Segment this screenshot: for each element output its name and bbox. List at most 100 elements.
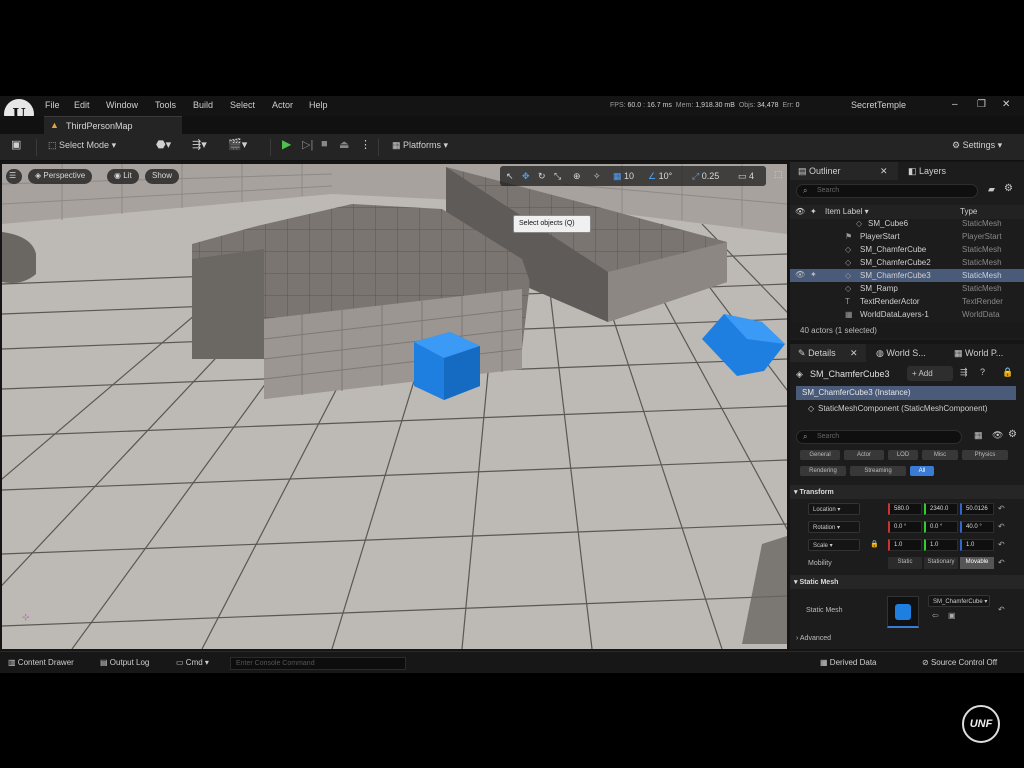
minimize-button[interactable]: – <box>952 99 958 110</box>
lit-button[interactable]: ◉ Lit <box>107 169 139 184</box>
filter-streaming[interactable]: Streaming <box>850 466 906 476</box>
advanced-toggle[interactable]: › Advanced <box>796 635 831 642</box>
scene-render[interactable] <box>2 164 787 649</box>
maximize-button[interactable]: ❐ <box>977 99 986 110</box>
settings-dropdown[interactable]: ⚙ Settings ▾ <box>952 140 1002 151</box>
show-button[interactable]: Show <box>145 169 180 184</box>
menu-tools[interactable]: Tools <box>155 100 176 110</box>
find-in-browser-icon[interactable]: ▣ <box>948 611 956 620</box>
outliner-row[interactable]: ◇ SM_Ramp StaticMesh <box>790 282 1024 295</box>
source-control-button[interactable]: ⊘ Source Control Off <box>922 658 997 667</box>
select-mode-dropdown[interactable]: ⬚ Select Mode ▾ <box>48 140 116 151</box>
table-view-icon[interactable]: ▦ <box>974 430 983 441</box>
outliner-row-selected[interactable]: 👁 ✦ ◇ SM_ChamferCube3 StaticMesh <box>790 269 1024 282</box>
tab-world-partition[interactable]: ▦ World P... <box>946 344 1011 362</box>
viewport-menu-button[interactable]: ☰ <box>6 169 22 184</box>
tab-layers[interactable]: ◧ Layers <box>900 162 954 180</box>
cinematics-icon[interactable]: 🎬▾ <box>228 138 247 151</box>
rotation-y-field[interactable]: 0.0 ° <box>924 521 958 533</box>
instance-row[interactable]: SM_ChamferCube3 (Instance) <box>796 386 1016 400</box>
console-input[interactable]: Enter Console Command <box>230 657 406 670</box>
outliner-row[interactable]: T TextRenderActor TextRender <box>790 295 1024 308</box>
surface-snap-icon[interactable]: ✧ <box>593 171 601 186</box>
location-dropdown[interactable]: Location ▾ <box>808 503 860 515</box>
filter-general[interactable]: General <box>800 450 840 460</box>
rotate-icon[interactable]: ↻ <box>538 171 546 186</box>
help-icon[interactable]: ? <box>980 367 985 377</box>
tab-world-settings[interactable]: ◍ World S... <box>868 344 934 362</box>
select-cursor-icon[interactable]: ↖ <box>506 171 514 186</box>
static-mesh-thumbnail[interactable] <box>887 596 919 628</box>
save-icon[interactable]: ▣ <box>11 138 21 151</box>
actor-name[interactable]: SM_ChamferCube3 <box>810 369 890 379</box>
eye-icon[interactable]: 👁 <box>992 430 1003 441</box>
menu-select[interactable]: Select <box>230 100 255 110</box>
menu-edit[interactable]: Edit <box>74 100 90 110</box>
step-icon[interactable]: ▷| <box>302 138 313 151</box>
content-drawer-button[interactable]: ▥ Content Drawer <box>8 658 74 667</box>
tab-third-person-map[interactable]: ▲ ThirdPersonMap <box>44 116 182 134</box>
details-settings-icon[interactable]: ⚙ <box>1008 429 1017 440</box>
outliner-row[interactable]: ◇ SM_ChamferCube2 StaticMesh <box>790 256 1024 269</box>
perspective-button[interactable]: ◈ Perspective <box>28 169 93 184</box>
rotation-snap-toggle[interactable]: ∠ 10° <box>648 171 672 186</box>
outliner-row[interactable]: ◇ SM_Cube6 StaticMesh <box>790 217 1024 230</box>
curved-block-left[interactable] <box>2 232 36 283</box>
world-space-icon[interactable]: ⊕ <box>573 171 581 186</box>
stop-icon[interactable]: ■ <box>321 138 328 150</box>
mobility-static[interactable]: Static <box>888 557 922 569</box>
rotation-z-field[interactable]: 40.0 ° <box>960 521 994 533</box>
menu-help[interactable]: Help <box>309 100 328 110</box>
tab-details[interactable]: ✎ Details ✕ <box>790 344 866 362</box>
menu-file[interactable]: File <box>45 100 60 110</box>
filter-all[interactable]: All <box>910 466 934 476</box>
column-type[interactable]: Type <box>960 207 977 216</box>
menu-window[interactable]: Window <box>106 100 138 110</box>
scale-icon[interactable]: ⤡ <box>554 171 561 186</box>
platforms-dropdown[interactable]: ▦ Platforms ▾ <box>392 140 448 151</box>
output-log-button[interactable]: ▤ Output Log <box>100 658 149 667</box>
location-z-field[interactable]: 50.0126 <box>960 503 994 515</box>
filter-lod[interactable]: LOD <box>888 450 918 460</box>
component-row[interactable]: ◇ StaticMeshComponent (StaticMeshCompone… <box>796 402 1016 416</box>
column-item-label[interactable]: Item Label ▾ <box>825 207 869 216</box>
camera-speed-button[interactable]: ▭ 4 <box>738 171 754 186</box>
derived-data-button[interactable]: ▦ Derived Data <box>820 658 876 667</box>
scale-x-field[interactable]: 1.0 <box>888 539 922 551</box>
reset-rotation-icon[interactable]: ↶ <box>998 522 1005 531</box>
filter-physics[interactable]: Physics <box>962 450 1008 460</box>
grid-snap-toggle[interactable]: ▦ 10 <box>613 171 634 186</box>
browse-asset-icon[interactable]: ⇦ <box>932 611 939 620</box>
transform-section-header[interactable]: ▾ Transform <box>790 485 1024 499</box>
static-mesh-section-header[interactable]: ▾ Static Mesh <box>790 575 1024 589</box>
close-tab-icon[interactable]: ✕ <box>880 166 888 177</box>
outliner-row[interactable]: ⚑ PlayerStart PlayerStart <box>790 230 1024 243</box>
rotation-x-field[interactable]: 0.0 ° <box>888 521 922 533</box>
lock-icon[interactable]: 🔒 <box>1002 367 1013 378</box>
tab-outliner[interactable]: ▤ Outliner ✕ <box>790 162 898 180</box>
add-component-button[interactable]: + Add <box>907 366 953 381</box>
reset-mobility-icon[interactable]: ↶ <box>998 558 1005 567</box>
add-content-icon[interactable]: ⬣▾ <box>156 138 171 151</box>
folder-add-icon[interactable]: ▰ <box>988 184 995 195</box>
close-window-button[interactable]: ✕ <box>1002 99 1010 110</box>
outliner-settings-icon[interactable]: ⚙ <box>1004 183 1013 194</box>
cmd-dropdown[interactable]: ▭ Cmd ▾ <box>176 658 209 667</box>
scale-y-field[interactable]: 1.0 <box>924 539 958 551</box>
close-tab-icon[interactable]: ✕ <box>850 348 858 359</box>
play-icon[interactable]: ▶ <box>282 137 291 151</box>
filter-rendering[interactable]: Rendering <box>800 466 846 476</box>
reset-location-icon[interactable]: ↶ <box>998 504 1005 513</box>
blueprint-icon[interactable]: ⇶▾ <box>192 138 207 151</box>
maximize-viewport-icon[interactable]: ⬚ <box>774 169 783 184</box>
blueprint-icon[interactable]: ⇶ <box>960 367 968 378</box>
reset-static-mesh-icon[interactable]: ↶ <box>998 605 1005 614</box>
static-mesh-dropdown[interactable]: SM_ChamferCube ▾ <box>928 595 990 607</box>
scale-z-field[interactable]: 1.0 <box>960 539 994 551</box>
menu-actor[interactable]: Actor <box>272 100 293 110</box>
mobility-stationary[interactable]: Stationary <box>924 557 958 569</box>
eject-icon[interactable]: ⏏ <box>339 138 349 151</box>
location-x-field[interactable]: 580.0 <box>888 503 922 515</box>
mobility-movable[interactable]: Movable <box>960 557 994 569</box>
outliner-row[interactable]: ▦ WorldDataLayers-1 WorldData <box>790 308 1024 318</box>
